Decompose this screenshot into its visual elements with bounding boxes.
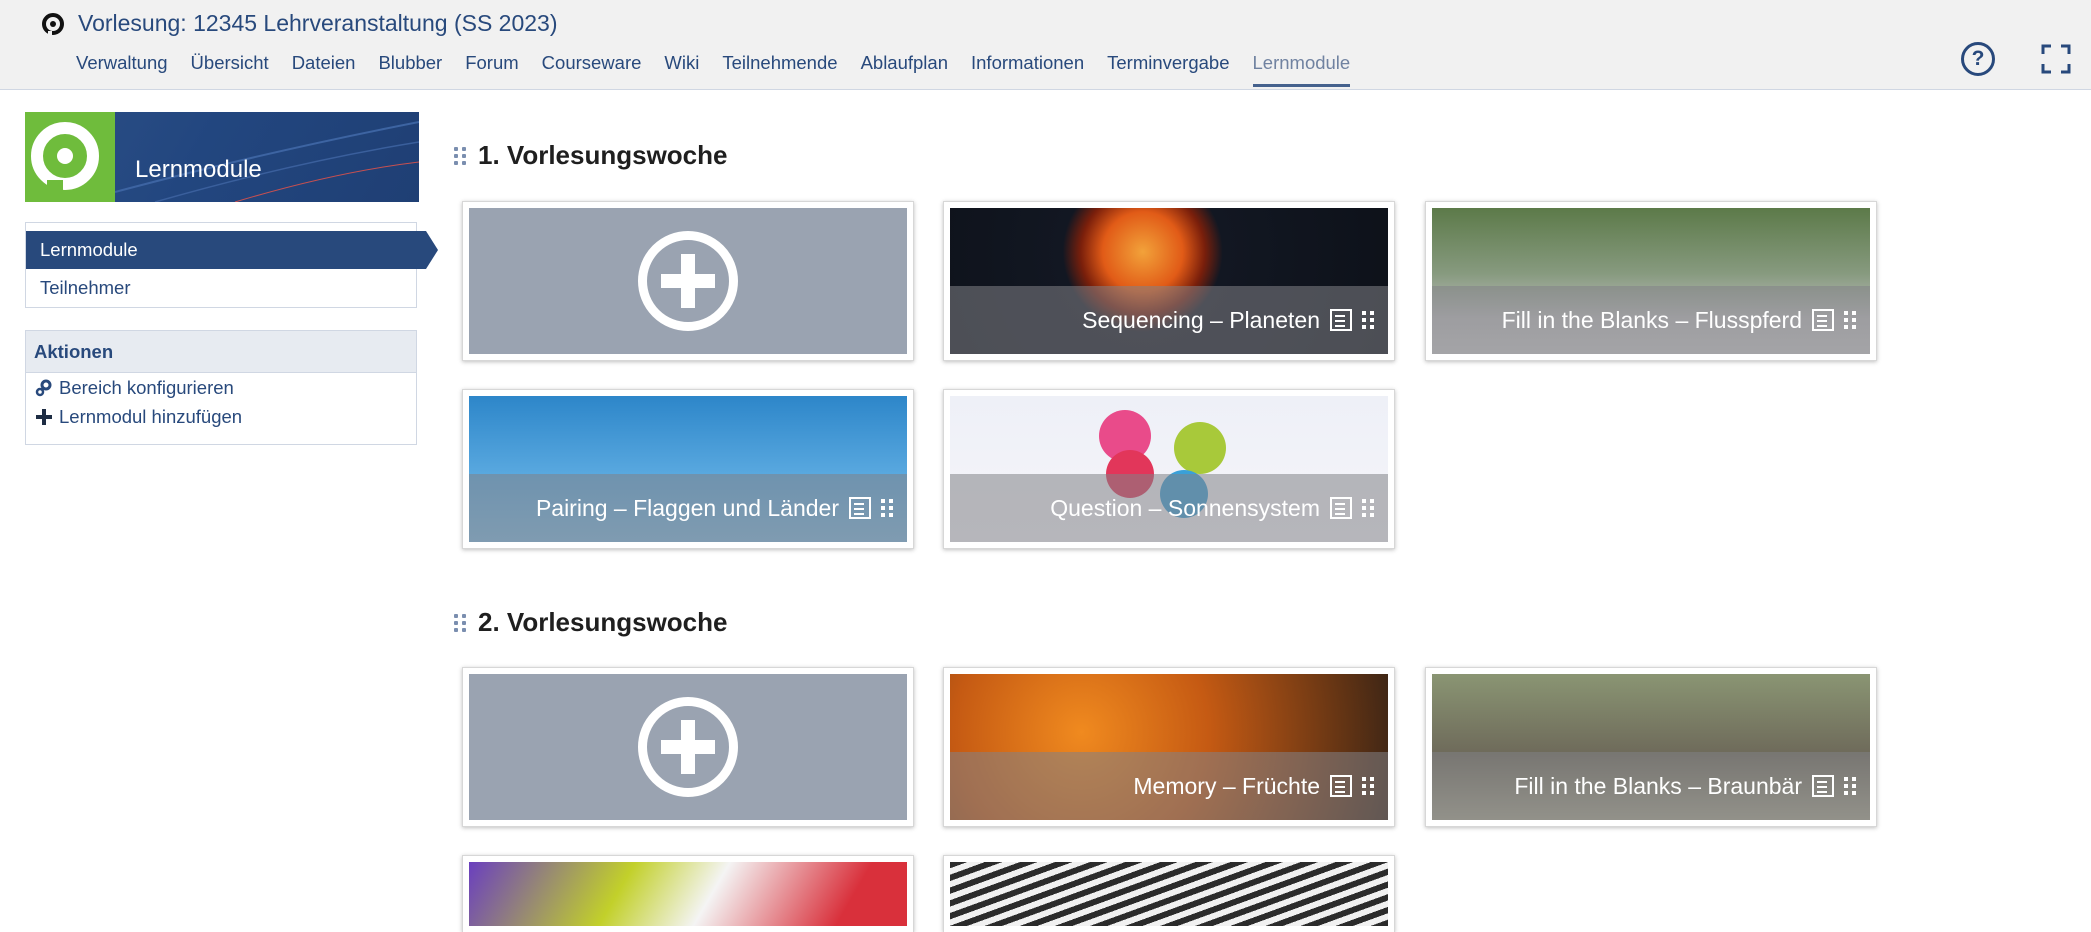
section-heading: 1. Vorlesungswoche [454, 140, 727, 171]
section-title: 1. Vorlesungswoche [478, 140, 728, 170]
edit-icon[interactable] [1330, 497, 1352, 519]
drag-handle-icon[interactable] [1362, 777, 1374, 795]
tab-teilnehmende[interactable]: Teilnehmende [722, 52, 837, 87]
module-card[interactable]: Question – Sonnensystem [943, 389, 1395, 549]
section-heading: 2. Vorlesungswoche [454, 607, 727, 638]
actions-title: Aktionen [26, 331, 416, 373]
drag-handle-icon[interactable] [454, 613, 466, 632]
card-image [950, 862, 1388, 926]
studip-logo-icon [42, 12, 64, 37]
sidebar-item-lernmodule[interactable]: Lernmodule [26, 231, 438, 269]
plus-icon [35, 408, 53, 426]
add-module-card[interactable] [462, 667, 914, 827]
card-image: Memory – Früchte [950, 674, 1388, 820]
card-caption: Question – Sonnensystem [950, 474, 1388, 542]
plus-circle-icon [638, 231, 738, 331]
section-title: 2. Vorlesungswoche [478, 607, 728, 637]
card-image [469, 674, 907, 820]
course-title-text: Vorlesung: 12345 Lehrveranstaltung (SS 2… [78, 10, 558, 36]
edit-icon[interactable] [849, 497, 871, 519]
edit-icon[interactable] [1330, 309, 1352, 331]
card-caption: Fill in the Blanks – Braunbär [1432, 752, 1870, 820]
lernmodule-logo-icon [25, 112, 115, 202]
card-caption: Pairing – Flaggen und Länder [469, 474, 907, 542]
plus-circle-icon [638, 697, 738, 797]
tab-courseware[interactable]: Courseware [542, 52, 642, 87]
question-circle-icon[interactable]: ? [1961, 42, 1995, 76]
drag-handle-icon[interactable] [454, 146, 466, 165]
module-card[interactable]: Pairing – Flaggen und Länder [462, 389, 914, 549]
card-image: Sequencing – Planeten [950, 208, 1388, 354]
add-module-card[interactable] [462, 201, 914, 361]
card-caption: Memory – Früchte [950, 752, 1388, 820]
action-label: Lernmodul hinzufügen [59, 405, 243, 427]
module-card[interactable] [943, 855, 1395, 932]
card-caption: Fill in the Blanks – Flusspferd [1432, 286, 1870, 354]
sidebar-item-label: Lernmodule [40, 239, 138, 260]
tab-informationen[interactable]: Informationen [971, 52, 1084, 87]
card-title: Fill in the Blanks – Braunbär [1514, 772, 1802, 799]
tab-uebersicht[interactable]: Übersicht [191, 52, 269, 87]
header-icons: ? [1961, 42, 2071, 76]
module-card[interactable]: Fill in the Blanks – Braunbär [1425, 667, 1877, 827]
tab-forum[interactable]: Forum [465, 52, 518, 87]
sidebar-item-teilnehmer[interactable]: Teilnehmer [26, 269, 418, 307]
gears-icon [35, 379, 53, 397]
card-title: Question – Sonnensystem [1050, 494, 1320, 521]
active-arrow [426, 231, 438, 269]
drag-handle-icon[interactable] [1844, 311, 1856, 329]
card-image: Question – Sonnensystem [950, 396, 1388, 542]
tab-verwaltung[interactable]: Verwaltung [76, 52, 168, 87]
tab-blubber[interactable]: Blubber [378, 52, 442, 87]
card-image: Pairing – Flaggen und Länder [469, 396, 907, 542]
card-caption: Sequencing – Planeten [950, 286, 1388, 354]
course-nav: Verwaltung Übersicht Dateien Blubber For… [76, 52, 1351, 87]
course-header: Vorlesung: 12345 Lehrveranstaltung (SS 2… [0, 0, 2091, 90]
sidebar-banner: Lernmodule [25, 112, 419, 202]
sidebar-nav: Lernmodule Teilnehmer [25, 222, 438, 308]
tab-ablaufplan[interactable]: Ablaufplan [861, 52, 948, 87]
edit-icon[interactable] [1812, 309, 1834, 331]
module-card[interactable]: Sequencing – Planeten [943, 201, 1395, 361]
tab-wiki[interactable]: Wiki [664, 52, 699, 87]
edit-icon[interactable] [1330, 775, 1352, 797]
module-card[interactable]: Memory – Früchte [943, 667, 1395, 827]
sidebar-banner-title: Lernmodule [135, 156, 262, 183]
card-image: Fill in the Blanks – Braunbär [1432, 674, 1870, 820]
drag-handle-icon[interactable] [1362, 311, 1374, 329]
module-card[interactable] [462, 855, 914, 932]
add-module-action[interactable]: Lernmodul hinzufügen [26, 402, 416, 431]
edit-icon[interactable] [1812, 775, 1834, 797]
card-image: Fill in the Blanks – Flusspferd [1432, 208, 1870, 354]
card-title: Fill in the Blanks – Flusspferd [1501, 306, 1802, 333]
fullscreen-icon[interactable] [2041, 44, 2071, 74]
action-label: Bereich konfigurieren [59, 376, 234, 398]
course-title: Vorlesung: 12345 Lehrveranstaltung (SS 2… [40, 10, 558, 37]
configure-area-action[interactable]: Bereich konfigurieren [26, 373, 416, 402]
module-card[interactable]: Fill in the Blanks – Flusspferd [1425, 201, 1877, 361]
card-title: Sequencing – Planeten [1082, 306, 1320, 333]
card-image [469, 862, 907, 926]
tab-dateien[interactable]: Dateien [292, 52, 356, 87]
tab-lernmodule[interactable]: Lernmodule [1252, 52, 1351, 87]
drag-handle-icon[interactable] [881, 499, 893, 517]
card-image [469, 208, 907, 354]
actions-widget: Aktionen Bereich konfigurieren Lernmodul… [25, 330, 417, 445]
drag-handle-icon[interactable] [1362, 499, 1374, 517]
drag-handle-icon[interactable] [1844, 777, 1856, 795]
card-title: Pairing – Flaggen und Länder [535, 494, 839, 521]
sidebar-item-label: Teilnehmer [40, 277, 131, 298]
card-title: Memory – Früchte [1133, 772, 1320, 799]
tab-terminvergabe[interactable]: Terminvergabe [1107, 52, 1229, 87]
